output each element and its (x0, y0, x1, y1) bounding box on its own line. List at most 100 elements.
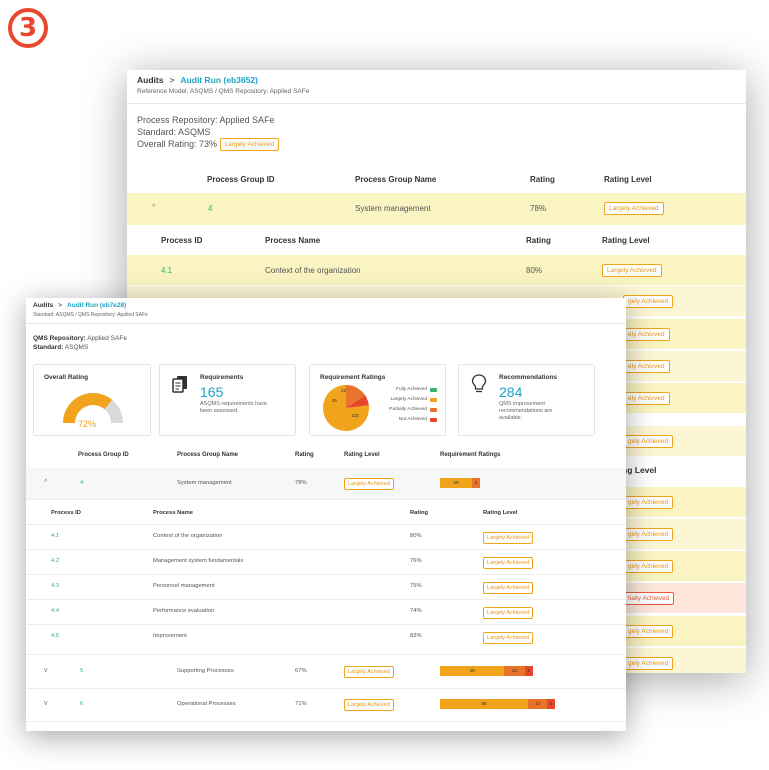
group-rating: 71% (295, 701, 307, 707)
breadcrumb: Audits > Audit Run (eb7e28) (33, 302, 619, 309)
process-id[interactable]: 4.3 (51, 583, 59, 589)
process-row[interactable]: 4.1 Context of the organization 80% Larg… (127, 255, 746, 285)
bar-seg-not: 2 (524, 666, 533, 676)
recommendations-count: 284 (499, 384, 523, 400)
card-title: Requirement Ratings (320, 374, 386, 381)
bar-seg-largely: 20 (440, 478, 472, 488)
col-process-id: Process ID (161, 236, 203, 245)
legend-swatch (430, 407, 437, 412)
process-rating: 74% (410, 608, 422, 614)
breadcrumb-current[interactable]: Audit Run (eb7e28) (67, 302, 126, 309)
card-title: Recommendations (499, 374, 558, 381)
process-rating: 83% (410, 633, 422, 639)
group-name: Operational Processes (177, 701, 236, 707)
overall-value: 72% (78, 419, 97, 429)
overall-rating-card: Overall Rating 72% (33, 364, 151, 436)
process-row[interactable]: 4.4 Performance evaluation 74% Largely A… (26, 600, 626, 625)
bar-seg-partially: 3 (472, 478, 480, 488)
legend-not: Not Achieved (399, 417, 437, 422)
status-badge: Largely Achieved (483, 582, 533, 594)
summary-info: Process Repository: Applied SAFe Standar… (127, 104, 746, 152)
recommendations-desc-3: available. (499, 415, 523, 421)
process-id[interactable]: 4.2 (51, 558, 59, 564)
col-rating-level: Rating Level (604, 175, 652, 184)
group-row-4[interactable]: ^ 4 System management 78% Largely Achiev… (26, 468, 626, 500)
summary-info: QMS Repository: Applied SAFe Standard: A… (26, 324, 626, 352)
repository-line: QMS Repository: Applied SAFe (33, 334, 619, 343)
process-name: Management system fundamentals (153, 558, 244, 564)
group-row-6[interactable]: v 6 Operational Processes 71% Largely Ac… (26, 689, 626, 722)
status-badge: Largely Achieved (344, 478, 394, 490)
group-rating: 67% (295, 668, 307, 674)
status-badge: gely Achieved (623, 295, 674, 308)
col-process-name: Process Name (153, 510, 193, 516)
requirement-ratings-bar: 55 12 5 (440, 699, 556, 709)
process-row[interactable]: 4.3 Personnel management 75% Largely Ach… (26, 575, 626, 600)
front-header: Audits > Audit Run (eb7e28) Standard: ASQM… (26, 298, 626, 324)
bar-seg-largely: 55 (440, 699, 528, 709)
process-row[interactable]: 4.2 Management system fundamentals 76% L… (26, 550, 626, 575)
group-id[interactable]: 5 (80, 668, 83, 674)
legend-label: Largely Achieved (390, 397, 427, 402)
legend-label: Partially Achieved (389, 407, 427, 412)
repository-value: Applied SAFe (87, 335, 127, 342)
process-name: Improvement (153, 633, 187, 639)
breadcrumb-audits-link[interactable]: Audits (33, 302, 53, 309)
process-id[interactable]: 4.1 (161, 266, 172, 275)
col-rating: Rating (530, 175, 555, 184)
recommendations-desc-1: QMS improvement (499, 401, 545, 407)
col-group-id: Process Group ID (78, 452, 129, 458)
chevron-down-icon[interactable]: v (44, 667, 48, 674)
col-rating-level-partial: ng Level (622, 465, 657, 475)
process-id[interactable]: 4.5 (51, 633, 59, 639)
group-table-header: Process Group ID Process Group Name Rati… (127, 169, 746, 191)
card-title: Requirements (200, 374, 244, 381)
chevron-up-icon[interactable]: ^ (152, 204, 155, 211)
status-badge: Largely Achieved (344, 666, 394, 678)
legend-largely: Largely Achieved (390, 397, 437, 402)
document-stack-icon (172, 376, 187, 393)
group-id[interactable]: 4 (208, 204, 212, 213)
chevron-down-icon[interactable]: v (44, 700, 48, 707)
bar-seg-partially: 13 (504, 666, 525, 676)
group-name: System management (355, 204, 431, 213)
process-row[interactable]: 4.1 Context of the organization 80% Larg… (26, 525, 626, 550)
status-badge: gely Achieved (623, 657, 674, 670)
col-requirement-ratings: Requirement Ratings (440, 452, 501, 458)
process-id[interactable]: 4.4 (51, 608, 59, 614)
breadcrumb-separator-icon: > (169, 75, 175, 85)
legend-swatch (430, 397, 437, 402)
breadcrumb-separator-icon: > (58, 302, 63, 309)
status-badge: gely Achieved (623, 435, 674, 448)
status-badge: Largely Achieved (483, 532, 533, 544)
chevron-up-icon[interactable]: ^ (44, 479, 47, 486)
status-badge: tially Achieved (623, 592, 675, 605)
col-group-name: Process Group Name (355, 175, 437, 184)
group-row-5[interactable]: v 5 Supporting Processes 67% Largely Ach… (26, 656, 626, 689)
status-badge: Largely Achieved (483, 632, 533, 644)
breadcrumb-current[interactable]: Audit Run (eb3652) (180, 75, 257, 85)
col-process-level: Rating Level (483, 510, 518, 516)
process-table-header: Process ID Process Name Rating Rating Le… (26, 503, 626, 525)
group-row-4[interactable]: ^ 4 System management 78% Largely Achiev… (127, 193, 746, 225)
legend-fully: Fully Achieved (396, 387, 437, 392)
overall-rating-text: Overall Rating: 73% (137, 139, 218, 149)
pie-label-partially: 25 (332, 398, 338, 403)
step-number-badge: 3 (8, 8, 48, 48)
process-row[interactable]: 4.5 Improvement 83% Largely Achieved (26, 625, 626, 655)
status-badge: Largely Achieved (604, 202, 664, 215)
repository-label: QMS Repository: (33, 335, 86, 342)
col-rating: Rating (295, 452, 314, 458)
ratings-pie-chart: 123 25 12 (323, 385, 369, 431)
process-name: Personnel management (153, 583, 215, 589)
process-rating: 76% (410, 558, 422, 564)
recommendations-card: Recommendations 284 QMS improvement reco… (458, 364, 595, 436)
col-process-id: Process ID (51, 510, 81, 516)
group-id[interactable]: 6 (80, 701, 83, 707)
status-badge: gely Achieved (623, 560, 674, 573)
legend-label: Fully Achieved (396, 387, 427, 392)
breadcrumb-audits-link[interactable]: Audits (137, 75, 163, 85)
group-id[interactable]: 4 (80, 480, 83, 486)
group-rating: 78% (530, 204, 547, 213)
process-id[interactable]: 4.1 (51, 533, 59, 539)
